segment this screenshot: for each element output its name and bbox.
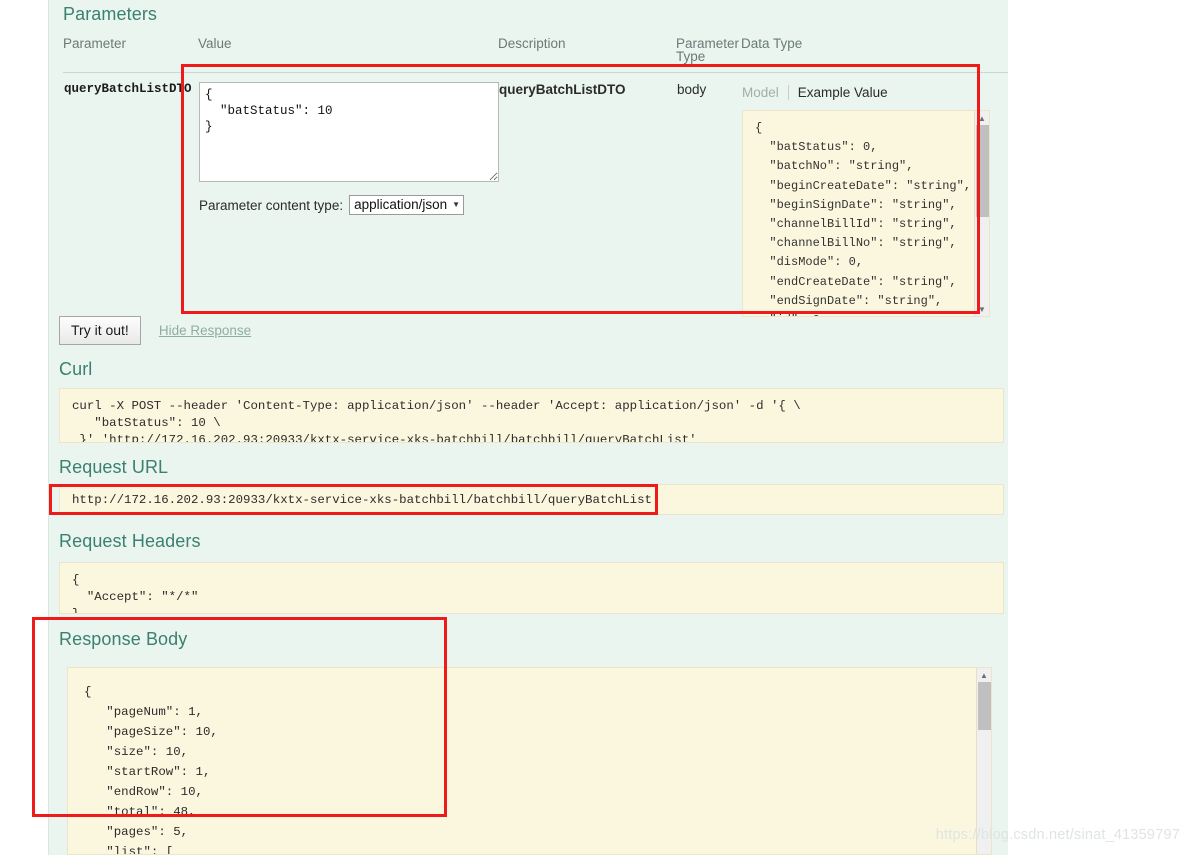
scrollbar-thumb[interactable] xyxy=(977,682,991,730)
column-header-description: Description xyxy=(498,37,676,73)
request-url-value: http://172.16.202.93:20933/kxtx-service-… xyxy=(59,484,1004,515)
parameter-name: queryBatchListDTO xyxy=(64,82,192,96)
hide-response-link[interactable]: Hide Response xyxy=(159,323,251,338)
request-headers-value: { "Accept": "*/*" } xyxy=(59,562,1004,614)
tab-example-value[interactable]: Example Value xyxy=(789,85,888,100)
curl-command: curl -X POST --header 'Content-Type: app… xyxy=(59,388,1004,443)
column-header-value: Value xyxy=(198,37,498,73)
chevron-down-icon: ▼ xyxy=(452,200,461,209)
column-header-parameter-type-line2: Type xyxy=(676,49,706,64)
request-headers-heading: Request Headers xyxy=(59,531,201,551)
response-body-heading: Response Body xyxy=(59,629,188,649)
parameters-section: Parameters Parameter Value Description P… xyxy=(63,4,1008,318)
try-it-out-button[interactable]: Try it out! xyxy=(59,316,141,345)
parameters-heading: Parameters xyxy=(63,4,158,24)
column-header-parameter-type: Parameter Type xyxy=(676,37,741,73)
data-type-cell: Model Example Value { "batStatus": 0, "b… xyxy=(741,73,1008,319)
parameter-type-value: body xyxy=(677,82,707,97)
actions-row: Try it out! Hide Response xyxy=(59,316,251,345)
scroll-up-icon[interactable]: ▲ xyxy=(975,111,990,125)
content-type-label: Parameter content type: xyxy=(199,197,344,213)
parameter-name-cell: queryBatchListDTO xyxy=(63,73,198,319)
parameters-table-header-row: Parameter Value Description Parameter Ty… xyxy=(63,37,1008,73)
request-url-heading: Request URL xyxy=(59,457,169,477)
content-type-select[interactable]: application/json ▼ xyxy=(349,195,465,215)
example-value-code: { "batStatus": 0, "batchNo": "string", "… xyxy=(755,121,972,316)
page-root: Parameters Parameter Value Description P… xyxy=(0,0,1188,855)
response-body-box: { "pageNum": 1, "pageSize": 10, "size": … xyxy=(67,667,992,855)
response-body-code: { "pageNum": 1, "pageSize": 10, "size": … xyxy=(84,685,218,855)
table-row: queryBatchListDTO Parameter content type… xyxy=(63,73,1008,319)
parameters-table: Parameter Value Description Parameter Ty… xyxy=(63,37,1008,318)
parameter-value-input[interactable] xyxy=(199,82,499,182)
example-value-box: { "batStatus": 0, "batchNo": "string", "… xyxy=(742,110,990,317)
curl-heading: Curl xyxy=(59,359,93,379)
example-value-scrollbar[interactable]: ▲ ▼ xyxy=(974,111,989,316)
scroll-up-icon[interactable]: ▲ xyxy=(977,668,992,682)
parameter-description-cell: queryBatchListDTO xyxy=(498,73,676,319)
watermark: https://blog.csdn.net/sinat_41359797 xyxy=(935,827,1180,843)
parameter-value-cell: Parameter content type: application/json… xyxy=(198,73,499,319)
tab-model[interactable]: Model xyxy=(742,85,788,100)
content-type-selected-value: application/json xyxy=(354,197,448,212)
column-header-parameter: Parameter xyxy=(63,37,198,73)
column-header-data-type: Data Type xyxy=(741,37,1008,73)
scrollbar-thumb[interactable] xyxy=(975,125,989,217)
data-type-tabs: Model Example Value xyxy=(742,83,1007,101)
scroll-down-icon[interactable]: ▼ xyxy=(975,302,990,316)
parameter-type-cell: body xyxy=(676,73,741,319)
content-type-row: Parameter content type: application/json… xyxy=(199,195,497,215)
parameter-description: queryBatchListDTO xyxy=(499,82,626,97)
scrollbar-track[interactable] xyxy=(975,125,990,302)
